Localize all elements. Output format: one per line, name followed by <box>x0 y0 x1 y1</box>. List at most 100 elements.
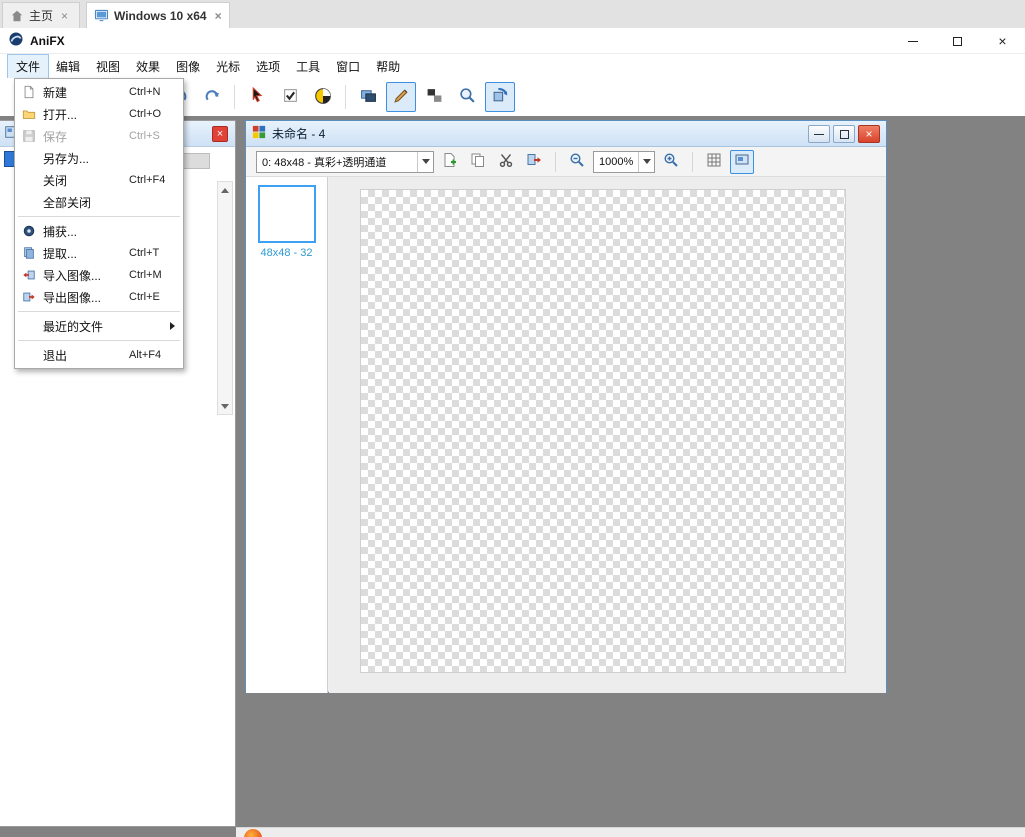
cursor-tool-button[interactable] <box>242 82 272 112</box>
chevron-down-icon[interactable] <box>638 151 654 172</box>
redo-arrow-icon <box>204 87 221 107</box>
menu-item-import-image[interactable]: 导入图像... Ctrl+M <box>15 264 183 286</box>
browser-tab-bar: 主页 × Windows 10 x64 × <box>0 0 1025 28</box>
duplicate-frame-icon <box>470 152 486 171</box>
menu-item-extract[interactable]: 提取... Ctrl+T <box>15 242 183 264</box>
minimize-icon <box>814 133 824 135</box>
tab-home[interactable]: 主页 × <box>2 2 80 28</box>
menu-options[interactable]: 选项 <box>248 55 288 78</box>
menu-item-recent-files[interactable]: 最近的文件 <box>15 315 183 337</box>
tab-close-icon[interactable]: × <box>215 9 222 23</box>
menu-effects[interactable]: 效果 <box>128 55 168 78</box>
transparent-canvas[interactable] <box>360 189 846 673</box>
browser-logo-icon <box>244 829 262 837</box>
add-frame-button[interactable] <box>438 150 462 174</box>
menu-item-save[interactable]: 保存 Ctrl+S <box>15 125 183 147</box>
delete-frame-button[interactable] <box>494 150 518 174</box>
menu-item-export-image[interactable]: 导出图像... Ctrl+E <box>15 286 183 308</box>
cut-icon <box>498 152 514 171</box>
maximize-icon <box>839 129 849 139</box>
menu-file[interactable]: 文件 <box>6 53 50 79</box>
scroll-down-button[interactable] <box>218 398 232 414</box>
menu-tools[interactable]: 工具 <box>288 55 328 78</box>
panel-gray-button[interactable] <box>180 153 210 169</box>
minimize-button[interactable] <box>890 28 935 54</box>
chevron-down-icon[interactable] <box>417 151 433 172</box>
preview-icon <box>734 152 750 171</box>
document-maximize-button[interactable] <box>833 125 855 143</box>
frames-strip: 48x48 - 32 <box>246 177 328 693</box>
zoom-select[interactable]: 1000% <box>593 150 655 173</box>
color-wheel-icon <box>314 87 332 108</box>
frame-select[interactable]: 0: 48x48 - 真彩+透明通道 <box>256 150 434 173</box>
menu-help[interactable]: 帮助 <box>368 55 408 78</box>
menu-edit[interactable]: 编辑 <box>48 55 88 78</box>
minimize-icon <box>907 40 918 42</box>
document-minimize-button[interactable] <box>808 125 830 143</box>
file-menu-dropdown: 新建 Ctrl+N 打开... Ctrl+O 保存 Ctrl+S 另存为... … <box>14 78 184 369</box>
add-frame-icon <box>442 152 458 171</box>
menu-item-new[interactable]: 新建 Ctrl+N <box>15 81 183 103</box>
frame-select-value: 0: 48x48 - 真彩+透明通道 <box>262 156 387 169</box>
document-close-button[interactable]: × <box>858 125 880 143</box>
menu-cursor[interactable]: 光标 <box>208 55 248 78</box>
swap-images-button[interactable] <box>419 82 449 112</box>
show-grid-button[interactable] <box>702 150 726 174</box>
test-button[interactable] <box>275 82 305 112</box>
tab-close-icon[interactable]: × <box>61 9 68 23</box>
redo-button[interactable] <box>197 82 227 112</box>
effects-button[interactable] <box>485 82 515 112</box>
magnifier-icon <box>459 87 476 107</box>
menu-item-close[interactable]: 关闭 Ctrl+F4 <box>15 169 183 191</box>
test-check-icon <box>282 87 299 107</box>
zoom-in-button[interactable] <box>659 150 683 174</box>
maximize-icon <box>953 36 962 46</box>
toolbar-separator <box>234 85 235 109</box>
toolbar-separator <box>555 151 556 172</box>
tab-label: Windows 10 x64 <box>114 8 207 23</box>
bottom-taskbar-strip <box>236 827 1025 837</box>
colors-button[interactable] <box>308 82 338 112</box>
maximize-button[interactable] <box>935 28 980 54</box>
close-button[interactable]: × <box>980 28 1025 54</box>
menu-image[interactable]: 图像 <box>168 55 208 78</box>
export-frame-button[interactable] <box>522 150 546 174</box>
frame-label: 48x48 - 32 <box>260 247 313 259</box>
images-icon <box>360 87 377 107</box>
cursor-arrow-icon <box>249 86 266 107</box>
duplicate-frame-button[interactable] <box>466 150 490 174</box>
export-image-icon <box>526 152 542 171</box>
panel-scrollbar[interactable] <box>217 181 233 415</box>
document-icon <box>252 125 266 142</box>
menu-bar: 文件 编辑 视图 效果 图像 光标 选项 工具 窗口 帮助 <box>0 53 1025 79</box>
rotate-image-icon <box>492 87 509 107</box>
menu-item-close-all[interactable]: 全部关闭 <box>15 191 183 213</box>
image-list-button[interactable] <box>353 82 383 112</box>
tab-windows10[interactable]: Windows 10 x64 × <box>86 2 230 28</box>
menu-separator <box>18 216 180 217</box>
menu-separator <box>18 340 180 341</box>
document-title: 未命名 - 4 <box>272 127 326 141</box>
menu-item-open[interactable]: 打开... Ctrl+O <box>15 103 183 125</box>
document-title-bar[interactable]: 未命名 - 4 × <box>246 121 886 147</box>
menu-item-save-as[interactable]: 另存为... <box>15 147 183 169</box>
scroll-up-button[interactable] <box>218 182 232 198</box>
menu-view[interactable]: 视图 <box>88 55 128 78</box>
draw-mode-button[interactable] <box>386 82 416 112</box>
extract-icon <box>15 246 43 260</box>
panel-close-button[interactable]: × <box>212 126 228 142</box>
toolbar-separator <box>345 85 346 109</box>
app-title: AniFX <box>30 33 65 48</box>
menu-item-exit[interactable]: 退出 Alt+F4 <box>15 344 183 366</box>
canvas-area <box>329 177 886 693</box>
zoom-select-value: 1000% <box>599 155 634 168</box>
zoom-tool-button[interactable] <box>452 82 482 112</box>
menu-item-capture[interactable]: 捕获... <box>15 220 183 242</box>
menu-window[interactable]: 窗口 <box>328 55 368 78</box>
zoom-out-button[interactable] <box>565 150 589 174</box>
swap-images-icon <box>426 87 443 107</box>
brush-icon <box>393 87 410 107</box>
preview-button[interactable] <box>730 149 754 174</box>
zoom-out-icon <box>569 152 585 171</box>
frame-thumbnail-selected[interactable] <box>257 185 316 243</box>
